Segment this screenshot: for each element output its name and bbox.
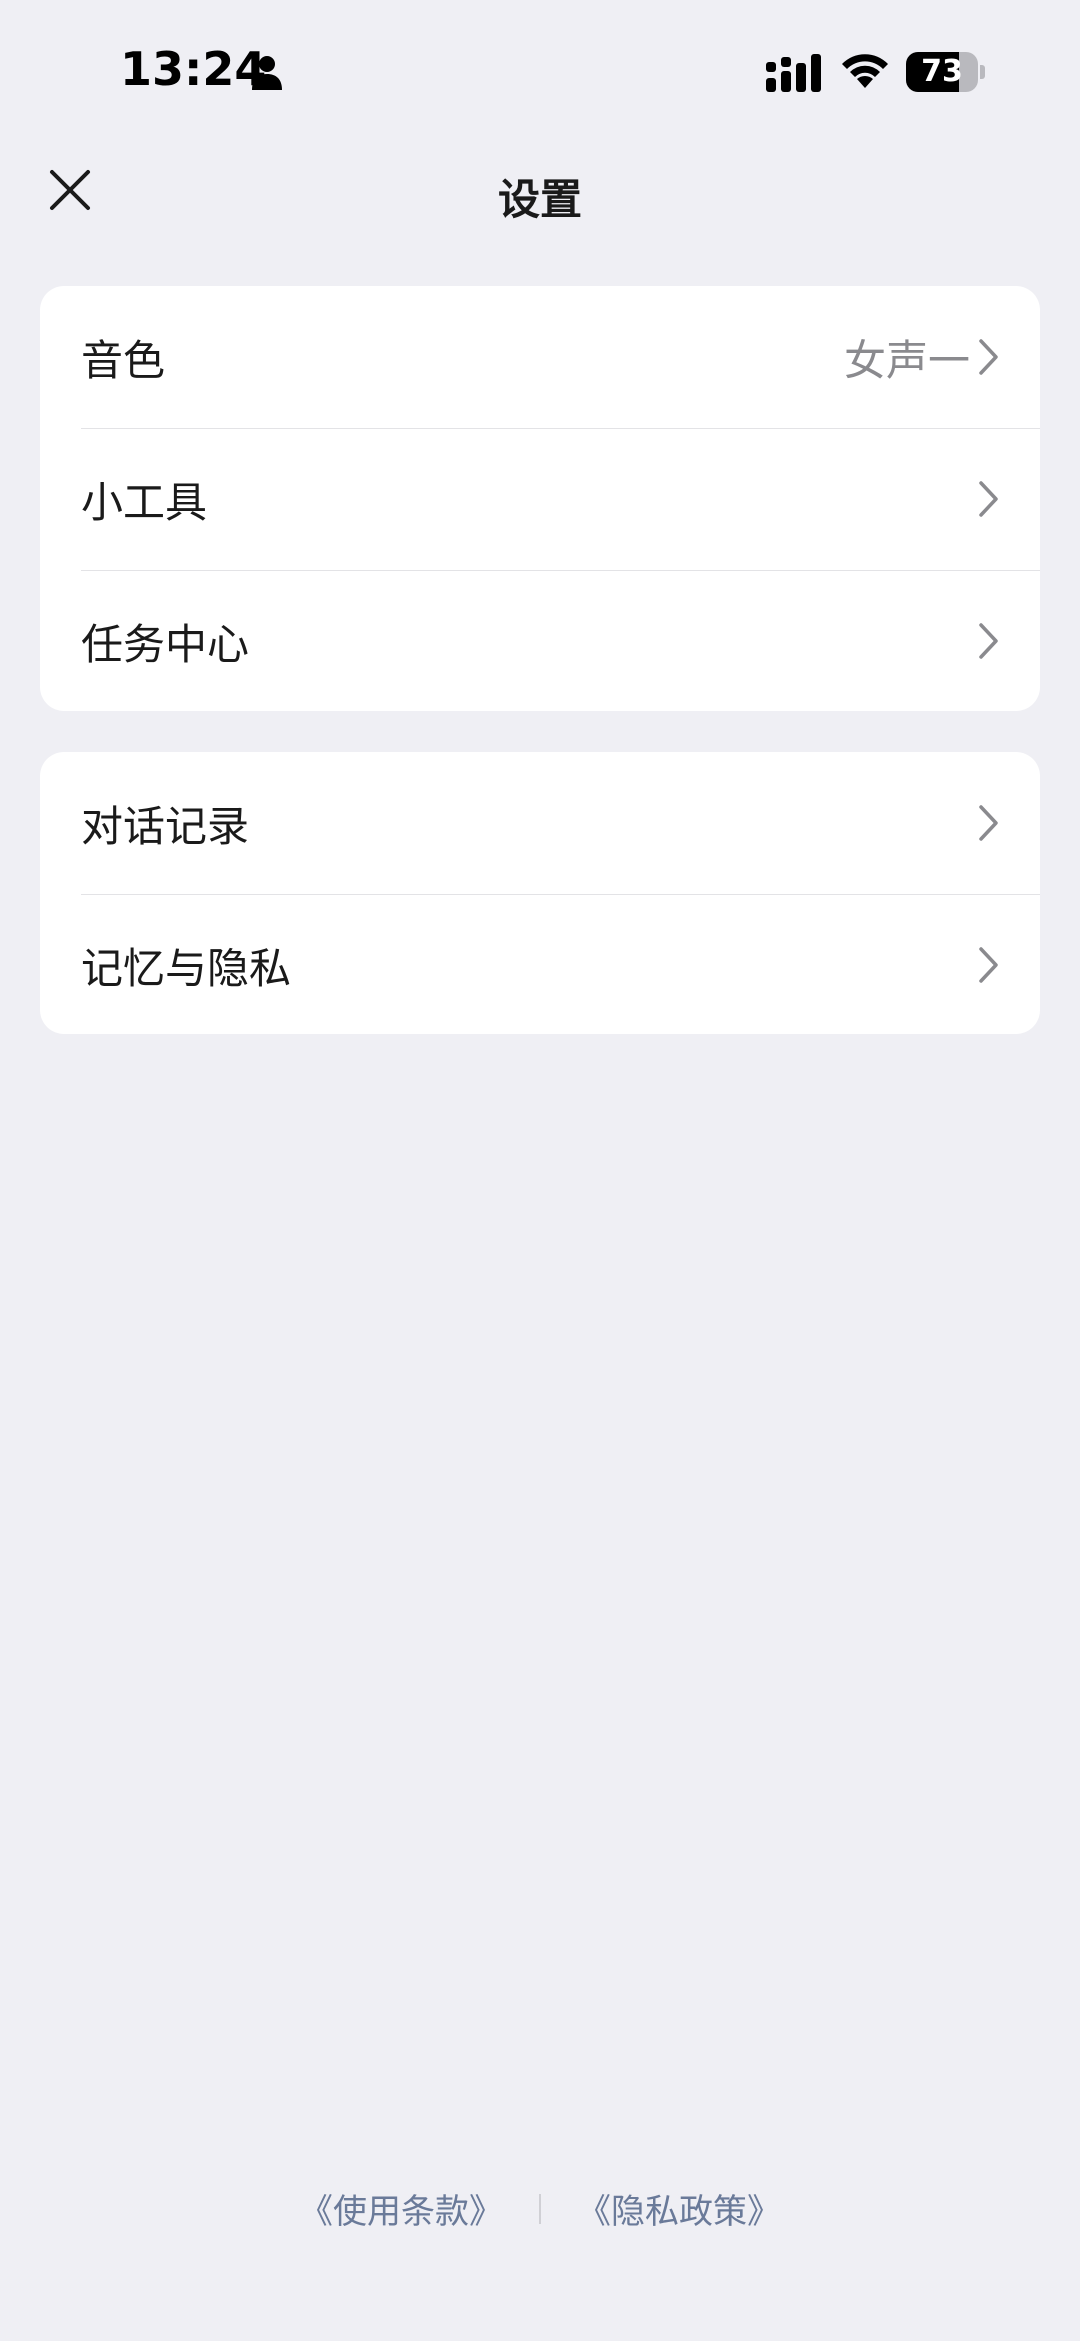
page-title: 设置 bbox=[497, 175, 582, 224]
settings-item-tools[interactable]: 小工具 bbox=[40, 428, 1040, 570]
person-icon bbox=[252, 56, 282, 90]
settings-item-label: 小工具 bbox=[81, 477, 208, 527]
settings-item-voice[interactable]: 音色 女声一 bbox=[40, 286, 1040, 428]
settings-group-general: 音色 女声一 小工具 任务中心 bbox=[40, 286, 1040, 711]
cellular-signal-icon bbox=[766, 54, 821, 92]
terms-of-use-link[interactable]: 《使用条款》 bbox=[299, 2184, 503, 2233]
battery-indicator: 73 bbox=[906, 52, 985, 92]
settings-item-label: 对话记录 bbox=[81, 801, 250, 851]
wifi-icon bbox=[842, 54, 888, 88]
settings-group-data: 对话记录 记忆与隐私 bbox=[40, 752, 1040, 1034]
status-time: 13:24 bbox=[120, 42, 267, 96]
settings-item-label: 记忆与隐私 bbox=[81, 943, 292, 993]
footer-links: 《使用条款》 《隐私政策》 bbox=[0, 2184, 1080, 2233]
battery-level: 73 bbox=[921, 54, 963, 89]
footer-divider bbox=[539, 2193, 541, 2224]
chevron-right-icon bbox=[979, 339, 998, 375]
settings-item-value: 女声一 bbox=[843, 335, 970, 385]
settings-item-memory-privacy[interactable]: 记忆与隐私 bbox=[40, 894, 1040, 1034]
privacy-policy-link[interactable]: 《隐私政策》 bbox=[577, 2184, 781, 2233]
chevron-right-icon bbox=[979, 481, 998, 517]
status-bar: 13:24 73 bbox=[0, 0, 1080, 140]
settings-item-label: 任务中心 bbox=[81, 619, 250, 669]
settings-item-label: 音色 bbox=[81, 335, 166, 385]
settings-item-chat-history[interactable]: 对话记录 bbox=[40, 752, 1040, 894]
chevron-right-icon bbox=[979, 623, 998, 659]
chevron-right-icon bbox=[979, 805, 998, 841]
settings-item-task-center[interactable]: 任务中心 bbox=[40, 570, 1040, 711]
chevron-right-icon bbox=[979, 947, 998, 983]
